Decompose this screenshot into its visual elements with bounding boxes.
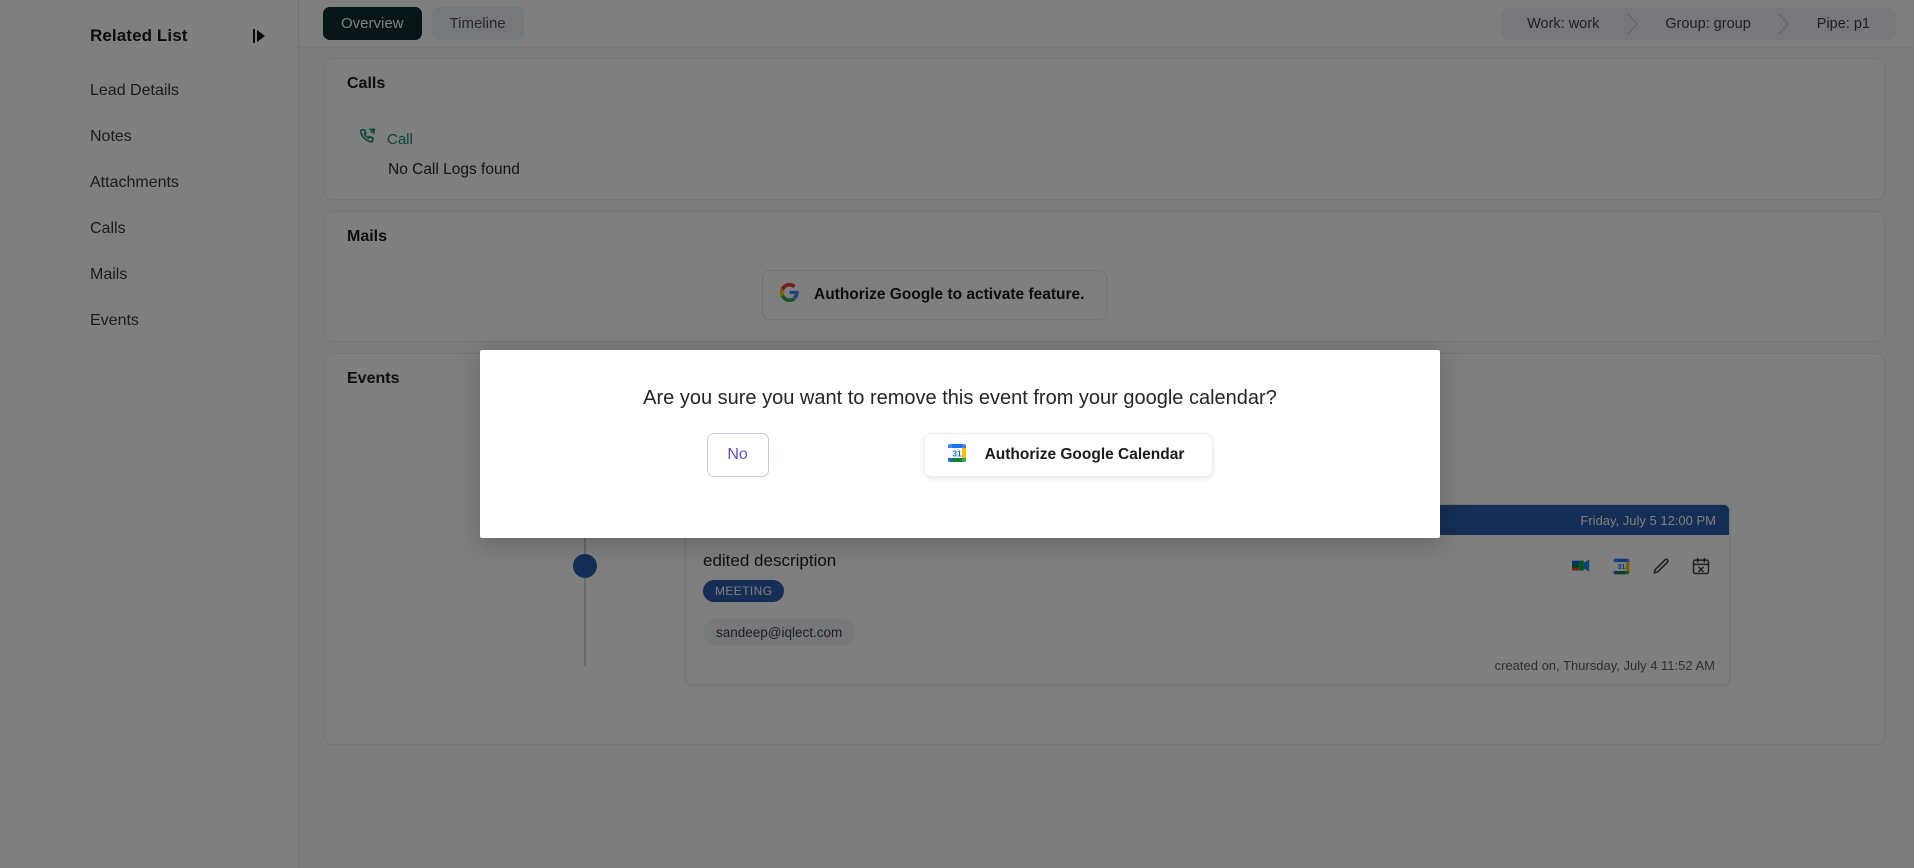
sidebar-nav: Lead Details Notes Attachments Calls Mai… <box>0 68 298 344</box>
view-tabs: Overview Timeline <box>323 7 524 40</box>
breadcrumb-item-group[interactable]: Group: group <box>1639 8 1776 40</box>
timeline-marker-dot <box>573 554 597 578</box>
authorize-google-calendar-label: Authorize Google Calendar <box>984 446 1185 463</box>
google-calendar-icon: 31 <box>945 441 969 470</box>
sidebar-item-lead-details[interactable]: Lead Details <box>0 68 298 114</box>
event-description: edited description <box>703 551 837 570</box>
svg-text:31: 31 <box>1617 564 1625 571</box>
calendar-remove-icon[interactable] <box>1690 555 1712 577</box>
sidebar-item-calls[interactable]: Calls <box>0 206 298 252</box>
sidebar-item-notes[interactable]: Notes <box>0 114 298 160</box>
pencil-edit-icon[interactable] <box>1650 555 1672 577</box>
svg-text:31: 31 <box>952 448 962 458</box>
event-created-on: created on, Thursday, July 4 11:52 AM <box>1494 658 1715 673</box>
panel-expand-icon[interactable] <box>250 27 268 45</box>
event-datetime: Friday, July 5 12:00 PM <box>1580 512 1716 528</box>
dialog-message: Are you sure you want to remove this eve… <box>643 387 1277 409</box>
event-action-icons: 31 <box>1570 555 1712 577</box>
sidebar-item-mails[interactable]: Mails <box>0 252 298 298</box>
related-list-sidebar: Related List Lead Details Notes Attachme… <box>0 0 299 868</box>
google-g-icon <box>779 282 800 308</box>
mails-card: Mails Authorize Google to activate featu… <box>324 211 1885 342</box>
calls-title: Calls <box>347 75 386 92</box>
phone-forwarded-icon <box>358 127 377 151</box>
breadcrumb: Work: work Group: group Pipe: p1 <box>1501 7 1896 40</box>
sidebar-title: Related List <box>90 26 188 45</box>
sidebar-item-events[interactable]: Events <box>0 298 298 344</box>
calls-empty-text: No Call Logs found <box>388 161 520 178</box>
authorize-google-button[interactable]: Authorize Google to activate feature. <box>762 270 1108 320</box>
mails-title: Mails <box>347 228 388 245</box>
calls-card: Calls Call No Call Logs found <box>324 58 1885 200</box>
call-link[interactable]: Call <box>387 131 413 148</box>
no-button[interactable]: No <box>706 433 769 477</box>
authorize-google-label: Authorize Google to activate feature. <box>814 286 1085 303</box>
top-toolbar: Overview Timeline Work: work Group: grou… <box>299 0 1914 48</box>
google-meet-icon[interactable] <box>1570 555 1592 577</box>
event-card-body: edited description MEETING sandeep@iqlec… <box>686 535 1729 656</box>
chevron-right-icon <box>1625 8 1639 40</box>
sidebar-item-attachments[interactable]: Attachments <box>0 160 298 206</box>
call-action-row[interactable]: Call <box>347 127 1862 151</box>
google-calendar-icon[interactable]: 31 <box>1610 555 1632 577</box>
breadcrumb-item-pipe[interactable]: Pipe: p1 <box>1791 8 1896 40</box>
breadcrumb-item-work[interactable]: Work: work <box>1501 8 1625 40</box>
authorize-google-calendar-button[interactable]: 31 Authorize Google Calendar <box>923 433 1214 477</box>
tab-overview[interactable]: Overview <box>323 7 422 40</box>
sidebar-header: Related List <box>0 18 298 54</box>
tab-timeline[interactable]: Timeline <box>431 7 524 40</box>
dialog-actions: No 31 Authorize Google Calendar <box>706 433 1214 477</box>
chevron-right-icon <box>1777 8 1791 40</box>
app-root: Related List Lead Details Notes Attachme… <box>0 0 1914 868</box>
remove-event-confirm-dialog: Are you sure you want to remove this eve… <box>480 350 1440 538</box>
event-type-badge: MEETING <box>703 580 785 602</box>
event-attendee-chip: sandeep@iqlect.com <box>703 619 856 646</box>
